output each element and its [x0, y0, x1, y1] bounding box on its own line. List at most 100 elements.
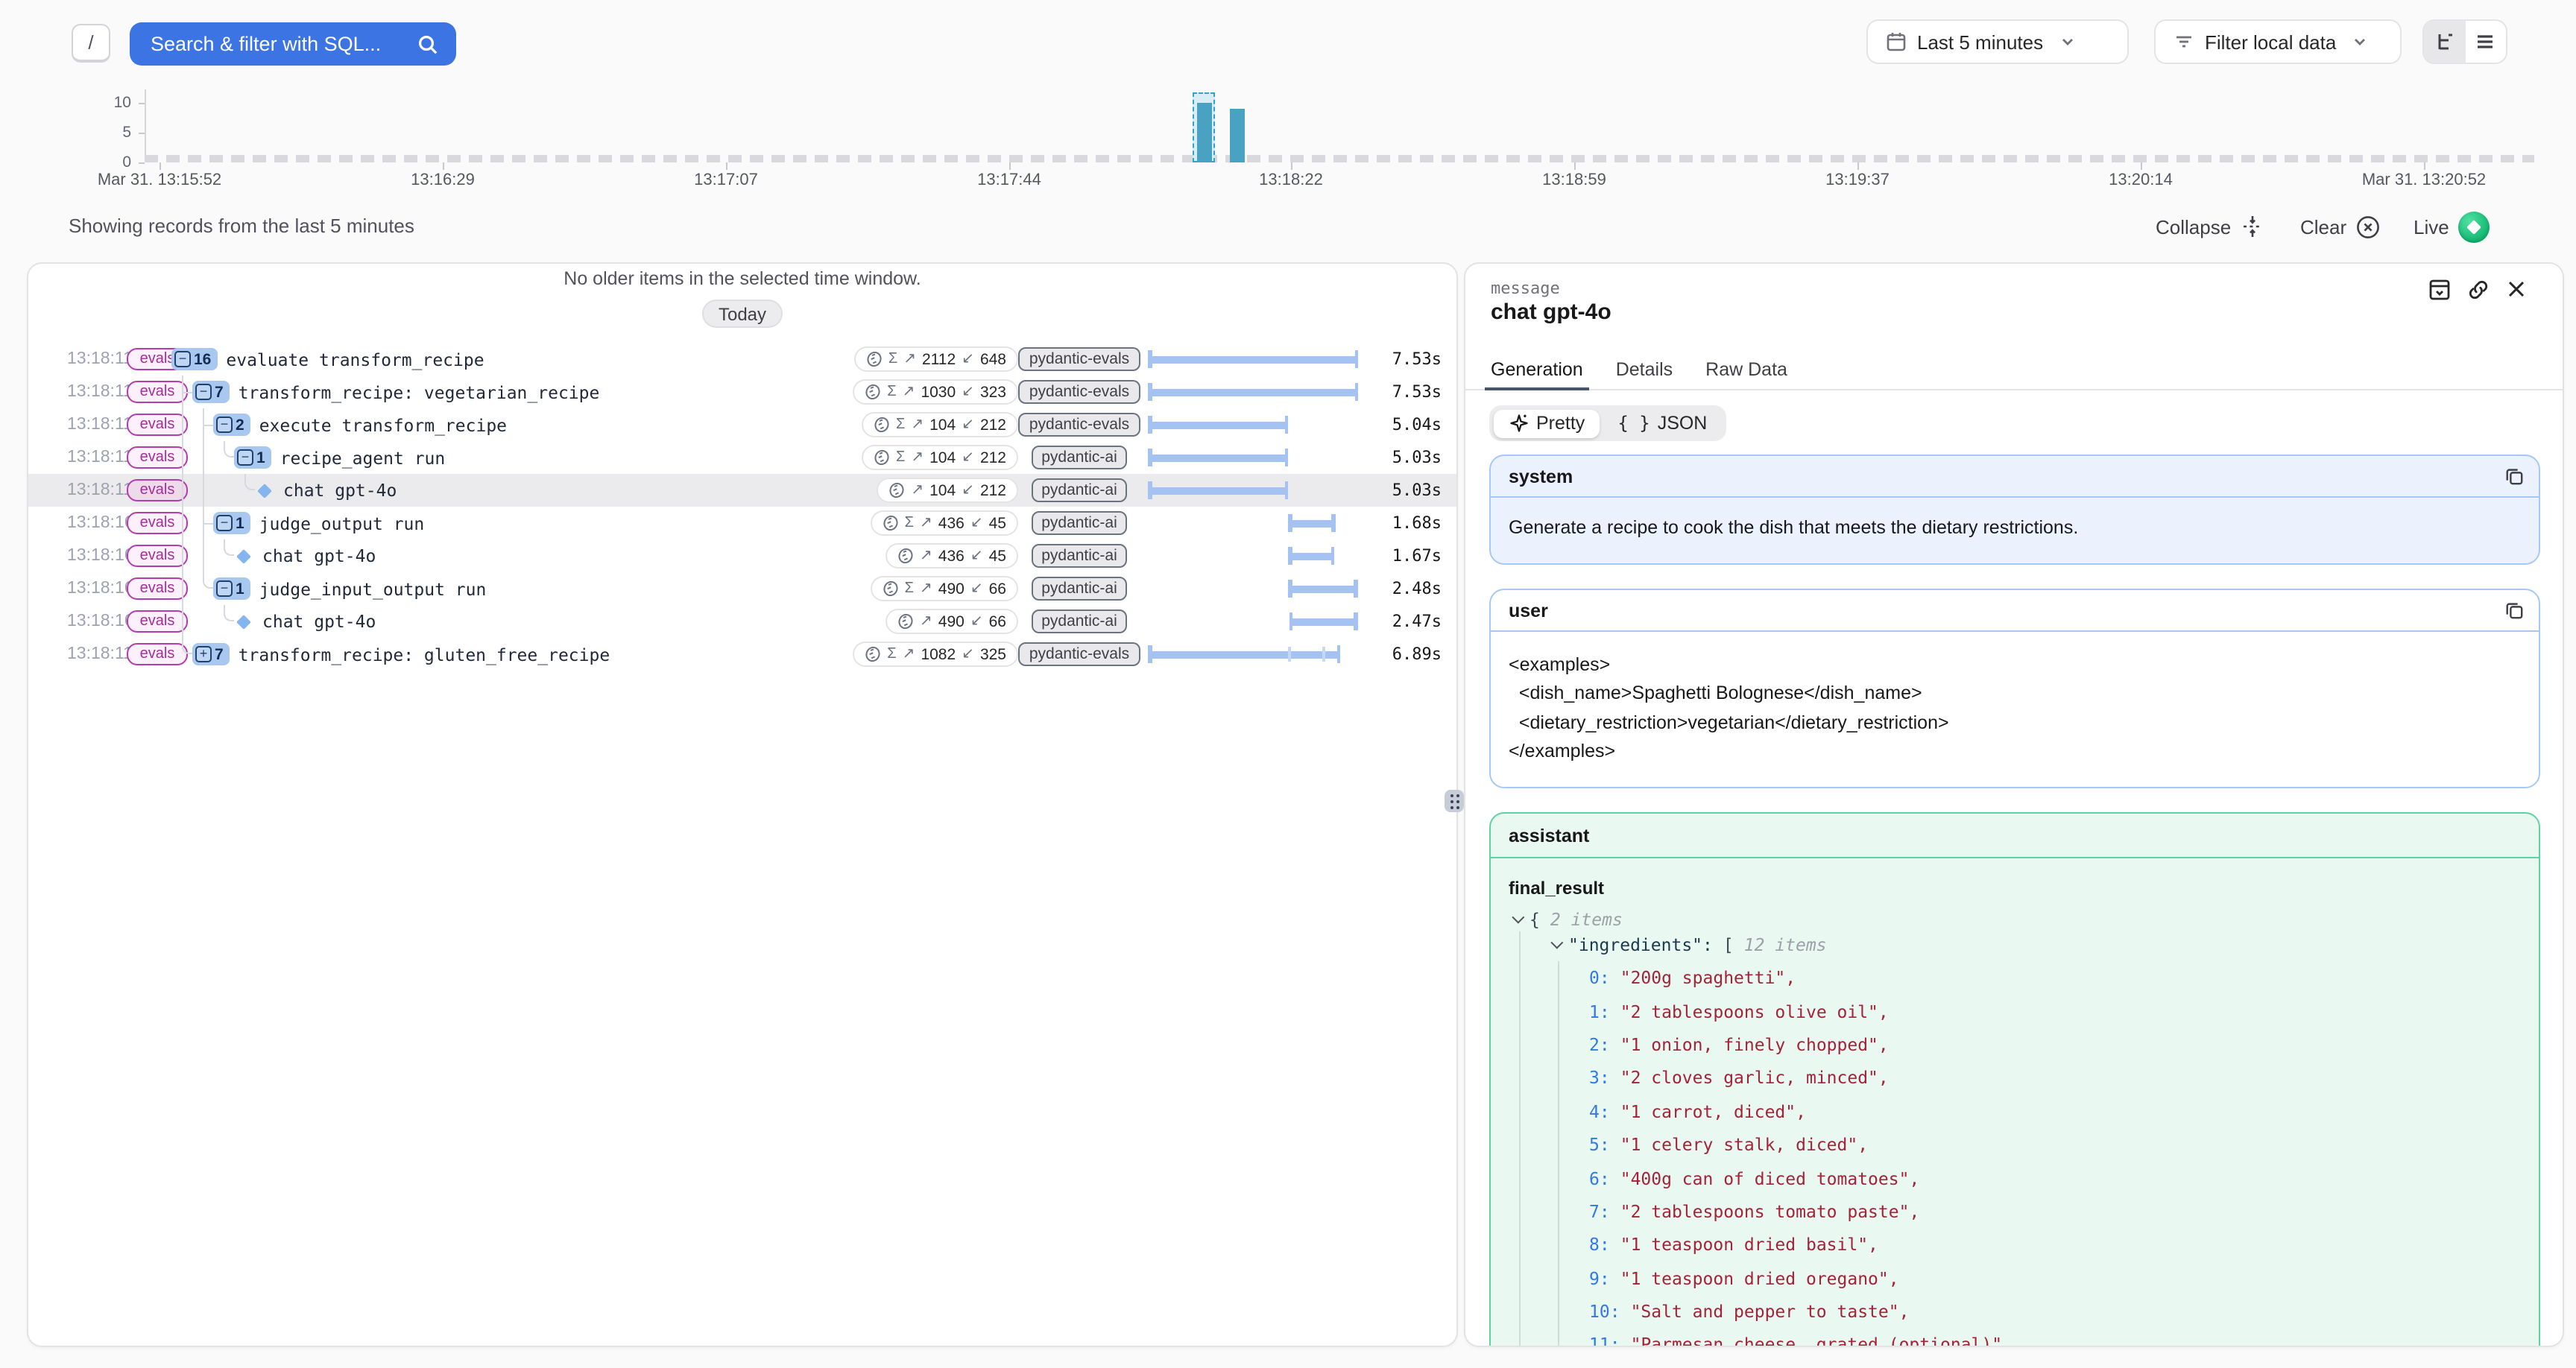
package-tag: pydantic-evals	[1019, 380, 1140, 404]
top-toolbar: / Search & filter with SQL... Last 5 min…	[0, 0, 2576, 83]
panel-resize-handle[interactable]	[1445, 790, 1464, 812]
span-name: judge_input_output run	[259, 578, 487, 599]
assistant-role-label: assistant	[1509, 825, 1589, 846]
json-array-item: 0:"200g spaghetti",	[1589, 961, 2521, 995]
today-pill[interactable]: Today	[702, 300, 783, 328]
item-value: "Salt and pepper to taste",	[1631, 1301, 1910, 1322]
tokens-out: 45	[989, 514, 1006, 532]
copy-icon[interactable]	[2504, 601, 2524, 620]
duration-text: 1.67s	[1392, 546, 1442, 566]
tokens-out: 66	[989, 580, 1006, 598]
collapse-node-badge[interactable]: −1	[213, 512, 250, 534]
trace-row[interactable]: 13:18:16 evals chat gpt-4o ↗490↙66 pydan…	[28, 605, 1456, 638]
caret-down-icon[interactable]	[1550, 936, 1563, 949]
span-name: evaluate transform_recipe	[226, 349, 484, 370]
chevron-down-icon	[2059, 34, 2074, 49]
clear-button[interactable]: Clear	[2300, 215, 2381, 240]
trace-row[interactable]: 13:18:16 evals −1 judge_input_output run…	[28, 572, 1456, 605]
trace-row[interactable]: 13:18:16 evals chat gpt-4o ↗436↙45 pydan…	[28, 539, 1456, 572]
duration-text: 2.47s	[1392, 612, 1442, 631]
sigma-icon: Σ	[887, 384, 896, 400]
tokens-out-arrow-icon: ↙	[970, 613, 983, 630]
y-axis-line	[145, 89, 146, 162]
records-histogram[interactable]: 10 5 0 Mar 31. 13:15:52 13:16:29 13:17:0…	[0, 83, 2576, 197]
pretty-toggle[interactable]: Pretty	[1493, 409, 1600, 437]
user-message-card: user <examples> <dish_name>Spaghetti Bol…	[1489, 589, 2540, 788]
duration-text: 7.53s	[1392, 349, 1442, 369]
item-index: 10:	[1589, 1301, 1620, 1322]
clear-button-label: Clear	[2300, 216, 2346, 238]
minus-box-icon: −	[216, 417, 233, 433]
tokens-in: 1030	[921, 383, 956, 401]
json-toggle[interactable]: { } JSON	[1603, 409, 1722, 437]
histogram-bar-2[interactable]	[1230, 109, 1245, 162]
token-metrics-badge: Σ↗104↙212	[862, 412, 1018, 437]
empty-window-notice: No older items in the selected time wind…	[28, 268, 1456, 289]
token-coin-icon	[888, 482, 905, 498]
tree-view-toggle[interactable]	[2424, 21, 2465, 63]
tokens-out-arrow-icon: ↙	[962, 384, 974, 400]
token-metrics-badge: ↗436↙45	[886, 543, 1018, 569]
list-view-toggle[interactable]	[2465, 21, 2506, 63]
token-metrics-badge: ↗490↙66	[886, 609, 1018, 634]
trace-row[interactable]: 13:18:11 evals +7 transform_recipe: glut…	[28, 638, 1456, 671]
package-tag: pydantic-ai	[1031, 544, 1128, 568]
collapse-node-badge[interactable]: −2	[213, 414, 250, 436]
item-index: 11:	[1589, 1334, 1620, 1347]
tab-generation[interactable]: Generation	[1491, 350, 1583, 389]
collapse-node-badge[interactable]: −7	[192, 381, 230, 403]
collapse-node-badge[interactable]: −1	[213, 577, 250, 600]
collapse-node-badge[interactable]: −16	[171, 348, 217, 370]
token-metrics-badge: Σ↗104↙212	[862, 445, 1018, 470]
trace-row[interactable]: 13:18:11 evals −1 recipe_agent run Σ↗104…	[28, 441, 1456, 474]
child-count: 7	[215, 383, 224, 401]
pretty-label: Pretty	[1536, 413, 1585, 434]
collapse-button[interactable]: Collapse	[2156, 215, 2264, 238]
json-tree: { 2 items "ingredients": [ 12 items 0:"2…	[1509, 906, 2521, 1347]
tokens-in-arrow-icon: ↗	[920, 515, 932, 531]
trace-row[interactable]: 13:18:11 evals −7 transform_recipe: vege…	[28, 376, 1456, 408]
tokens-out: 212	[980, 481, 1006, 499]
json-array-bracket: [	[1723, 934, 1734, 954]
tab-raw-data[interactable]: Raw Data	[1705, 350, 1787, 389]
child-count: 2	[236, 416, 244, 434]
x-tick-label: 13:19:37	[1825, 171, 1890, 189]
collapse-node-badge[interactable]: −1	[234, 446, 271, 469]
tokens-out: 66	[989, 612, 1006, 630]
filter-local-data-dropdown[interactable]: Filter local data	[2154, 19, 2402, 64]
search-button[interactable]: Search & filter with SQL...	[130, 22, 456, 66]
tokens-in: 104	[929, 416, 956, 434]
caret-down-icon[interactable]	[1512, 911, 1524, 923]
tokens-in-arrow-icon: ↗	[903, 351, 916, 367]
token-metrics-badge: Σ↗1082↙325	[853, 642, 1018, 667]
tokens-in-arrow-icon: ↗	[920, 613, 932, 630]
format-toggle: Pretty { } JSON	[1489, 405, 1726, 441]
search-button-label: Search & filter with SQL...	[151, 33, 417, 55]
trace-row[interactable]: 13:18:11 evals −16 evaluate transform_re…	[28, 343, 1456, 376]
tab-details[interactable]: Details	[1616, 350, 1673, 389]
item-index: 8:	[1589, 1235, 1610, 1255]
app: / Search & filter with SQL... Last 5 min…	[0, 0, 2576, 1368]
copy-icon[interactable]	[2504, 466, 2524, 486]
tokens-out: 648	[980, 350, 1006, 368]
user-message-line: <dietary_restriction>vegetarian</dietary…	[1509, 709, 2521, 738]
time-range-dropdown[interactable]: Last 5 minutes	[1866, 19, 2129, 64]
json-array-item: 4:"1 carrot, diced",	[1589, 1095, 2521, 1128]
sigma-icon: Σ	[905, 580, 914, 597]
record-kind-label: message	[1491, 279, 1560, 298]
histogram-bar-1[interactable]	[1197, 103, 1212, 162]
tokens-out-arrow-icon: ↙	[962, 351, 974, 367]
json-array-item: 5:"1 celery stalk, diced",	[1589, 1128, 2521, 1162]
copy-link-icon[interactable]	[2467, 279, 2490, 301]
sigma-icon: Σ	[887, 646, 896, 662]
dock-panel-icon[interactable]	[2428, 279, 2451, 301]
clear-circle-x-icon	[2355, 215, 2381, 240]
expand-node-badge[interactable]: +7	[192, 643, 230, 665]
live-toggle[interactable]: Live	[2414, 212, 2490, 243]
token-coin-icon	[883, 515, 899, 531]
trace-row[interactable]: 13:18:16 evals −1 judge_output run Σ↗436…	[28, 507, 1456, 539]
close-icon[interactable]	[2506, 279, 2527, 301]
trace-row-selected[interactable]: 13:18:11 evals chat gpt-4o ↗104↙212 pyda…	[28, 474, 1456, 507]
trace-row[interactable]: 13:18:11 evals −2 execute transform_reci…	[28, 408, 1456, 441]
duration-text: 5.03s	[1392, 481, 1442, 500]
